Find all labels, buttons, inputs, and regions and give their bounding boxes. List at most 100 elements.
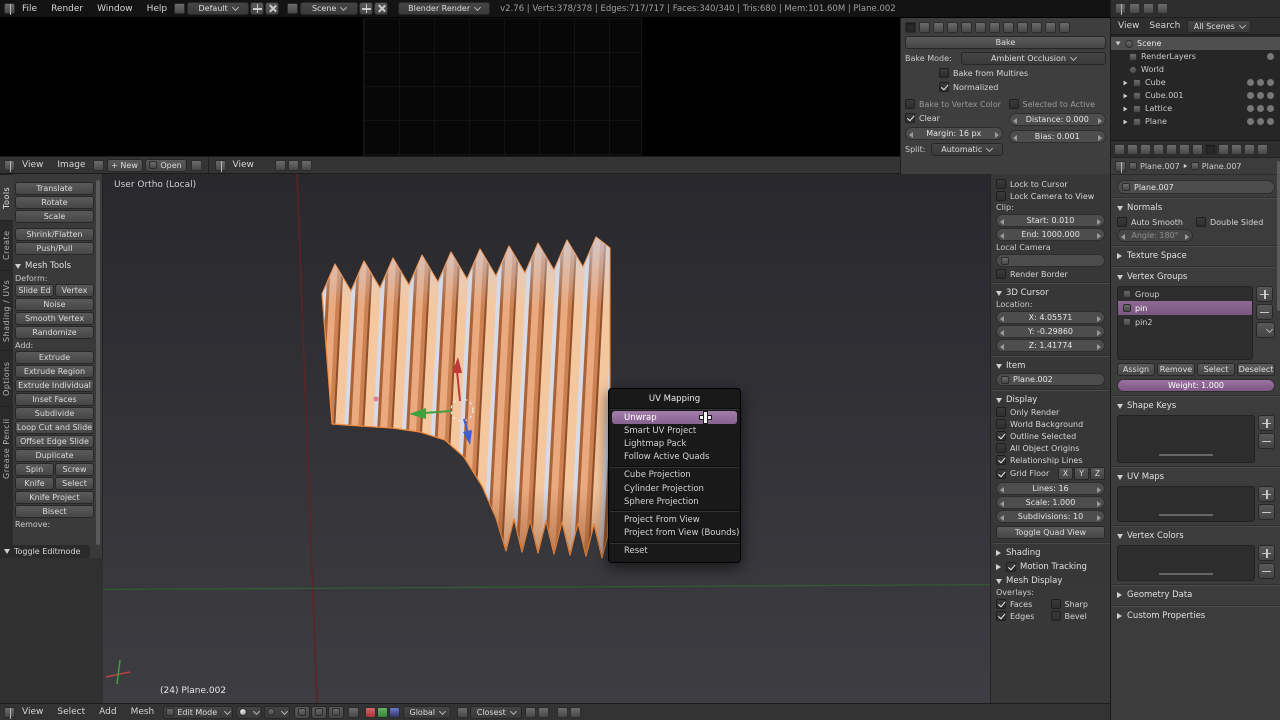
outliner-item-world[interactable]: World — [1111, 63, 1280, 76]
menu-item-project-from-view-bounds[interactable]: Project from View (Bounds) — [610, 527, 739, 540]
world-background-checkbox[interactable]: World Background — [996, 419, 1105, 429]
layout-add-button[interactable] — [250, 2, 264, 15]
editor-type-icon[interactable] — [1115, 161, 1126, 172]
vertex-group-item-active[interactable]: pin — [1118, 301, 1252, 315]
add-shape-key-button[interactable] — [1258, 415, 1275, 431]
vertex-slide-button[interactable]: Vertex — [55, 284, 94, 297]
knife-button[interactable]: Knife — [15, 477, 54, 490]
renderability-icon[interactable] — [1267, 105, 1274, 112]
split-dropdown[interactable]: Automatic — [931, 143, 1003, 156]
add-menu[interactable]: Add — [92, 704, 123, 720]
manipulator-rotate-icon[interactable] — [377, 707, 388, 718]
viewport-shading-dropdown[interactable] — [236, 706, 262, 719]
selectability-icon[interactable] — [1257, 79, 1264, 86]
duplicate-button[interactable]: Duplicate — [15, 449, 94, 462]
constraints-tab-icon[interactable] — [1179, 144, 1190, 155]
extrude-button[interactable]: Extrude — [15, 351, 94, 364]
grid-axis-y-toggle[interactable]: Y — [1074, 467, 1089, 480]
outliner-item-cube001[interactable]: Cube.001 — [1111, 89, 1280, 102]
auto-smooth-checkbox[interactable]: Auto Smooth — [1117, 217, 1196, 227]
menu-help[interactable]: Help — [140, 0, 175, 17]
physics-tab-icon[interactable] — [1257, 144, 1268, 155]
grid-floor-checkbox[interactable]: Grid Floor — [996, 469, 1057, 479]
remove-group-button[interactable] — [1256, 304, 1273, 320]
layout-close-button[interactable] — [265, 2, 279, 15]
vertex-groups-panel-header[interactable]: Vertex Groups — [1117, 270, 1275, 284]
randomize-button[interactable]: Randomize — [15, 326, 94, 339]
add-vertex-color-button[interactable] — [1258, 545, 1275, 561]
image-browse-icon[interactable] — [93, 160, 104, 171]
selectability-icon[interactable] — [1257, 92, 1264, 99]
grid-scale-field[interactable]: Scale: 1.000 — [996, 496, 1105, 509]
outliner-item-cube[interactable]: Cube — [1111, 76, 1280, 89]
translate-button[interactable]: Translate — [15, 182, 94, 195]
editor-type-icon[interactable] — [4, 160, 15, 171]
expand-icon[interactable] — [1124, 119, 1128, 124]
visibility-icon[interactable] — [1247, 79, 1254, 86]
inset-faces-button[interactable]: Inset Faces — [15, 393, 94, 406]
vertex-colors-panel-header[interactable]: Vertex Colors — [1117, 529, 1275, 543]
constraints-tab-icon[interactable] — [975, 22, 986, 33]
cursor-panel-header[interactable]: 3D Cursor — [996, 286, 1105, 300]
render-restrict-icon[interactable] — [1267, 53, 1274, 60]
face-select-mode-button[interactable] — [328, 706, 344, 719]
image-open-button[interactable]: Open — [145, 159, 187, 172]
local-camera-field[interactable] — [996, 254, 1105, 267]
normals-panel-header[interactable]: Normals — [1117, 201, 1275, 215]
render-tab-icon[interactable] — [905, 22, 916, 33]
bake-mode-dropdown[interactable]: Ambient Occlusion — [961, 52, 1106, 65]
scene-icon[interactable] — [287, 3, 298, 14]
screw-button[interactable]: Screw — [55, 463, 94, 476]
render-opengl-icon[interactable] — [557, 707, 568, 718]
offset-edge-slide-button[interactable]: Offset Edge Slide — [15, 435, 94, 448]
smooth-vertex-button[interactable]: Smooth Vertex — [15, 312, 94, 325]
menu-render[interactable]: Render — [44, 0, 90, 17]
physics-tab-icon[interactable] — [1059, 22, 1070, 33]
snap-element-icon[interactable] — [525, 707, 536, 718]
image-menu-image[interactable]: Image — [50, 157, 92, 173]
mesh-display-panel-header[interactable]: Mesh Display — [996, 574, 1105, 588]
mesh-tools-panel-header[interactable]: Mesh Tools — [15, 259, 94, 273]
visibility-icon[interactable] — [1247, 92, 1254, 99]
snap-target-dropdown[interactable]: Closest — [470, 706, 522, 719]
auto-smooth-angle-field[interactable]: Angle: 180° — [1117, 229, 1193, 242]
custom-properties-panel-header[interactable]: Custom Properties — [1117, 609, 1275, 623]
relationship-lines-checkbox[interactable]: Relationship Lines — [996, 455, 1105, 465]
item-name-field[interactable]: Plane.002 — [996, 373, 1105, 386]
clip-marker-icon[interactable] — [301, 160, 312, 171]
menu-item-project-from-view[interactable]: Project From View — [610, 513, 739, 526]
loop-cut-button[interactable]: Loop Cut and Slide — [15, 421, 94, 434]
selectability-icon[interactable] — [1257, 118, 1264, 125]
cursor-x-field[interactable]: X: 4.05571 — [996, 311, 1105, 324]
normalized-checkbox[interactable]: Normalized — [939, 82, 1106, 92]
modifiers-tab-icon[interactable] — [989, 22, 1000, 33]
tab-shading-uvs[interactable]: Shading / UVs — [0, 270, 13, 350]
view-menu[interactable]: View — [15, 704, 50, 720]
outliner-item-renderlayers[interactable]: RenderLayers — [1111, 50, 1280, 63]
outliner-filter-icon[interactable] — [1129, 3, 1140, 14]
renderability-icon[interactable] — [1267, 92, 1274, 99]
render-tab-icon[interactable] — [1114, 144, 1125, 155]
only-render-checkbox[interactable]: Only Render — [996, 407, 1105, 417]
image-editor-canvas[interactable] — [0, 18, 900, 156]
image-menu-view[interactable]: View — [15, 157, 50, 173]
tab-options[interactable]: Options — [0, 350, 13, 406]
outliner-item-plane[interactable]: Plane — [1111, 115, 1280, 128]
outliner-item-lattice[interactable]: Lattice — [1111, 102, 1280, 115]
overlay-edges-checkbox[interactable]: Edges — [996, 611, 1051, 621]
vertex-group-item[interactable]: Group — [1118, 287, 1252, 301]
slide-edge-button[interactable]: Slide Ed — [15, 284, 54, 297]
texture-tab-icon[interactable] — [1231, 144, 1242, 155]
menu-item-smart-uv-project[interactable]: Smart UV Project — [610, 424, 739, 437]
proportional-edit-icon[interactable] — [538, 707, 549, 718]
outliner-view-menu[interactable]: View — [1113, 18, 1144, 34]
overlay-sharp-checkbox[interactable]: Sharp — [1051, 599, 1106, 609]
rotate-button[interactable]: Rotate — [15, 196, 94, 209]
menu-item-cube-projection[interactable]: Cube Projection — [610, 469, 739, 482]
expand-icon[interactable] — [1124, 93, 1128, 98]
material-tab-icon[interactable] — [1218, 144, 1229, 155]
tab-grease-pencil[interactable]: Grease Pencil — [0, 406, 13, 490]
shrink-flatten-button[interactable]: Shrink/Flatten — [15, 228, 94, 241]
particles-tab-icon[interactable] — [1244, 144, 1255, 155]
lock-to-cursor-checkbox[interactable]: Lock to Cursor — [996, 179, 1105, 189]
